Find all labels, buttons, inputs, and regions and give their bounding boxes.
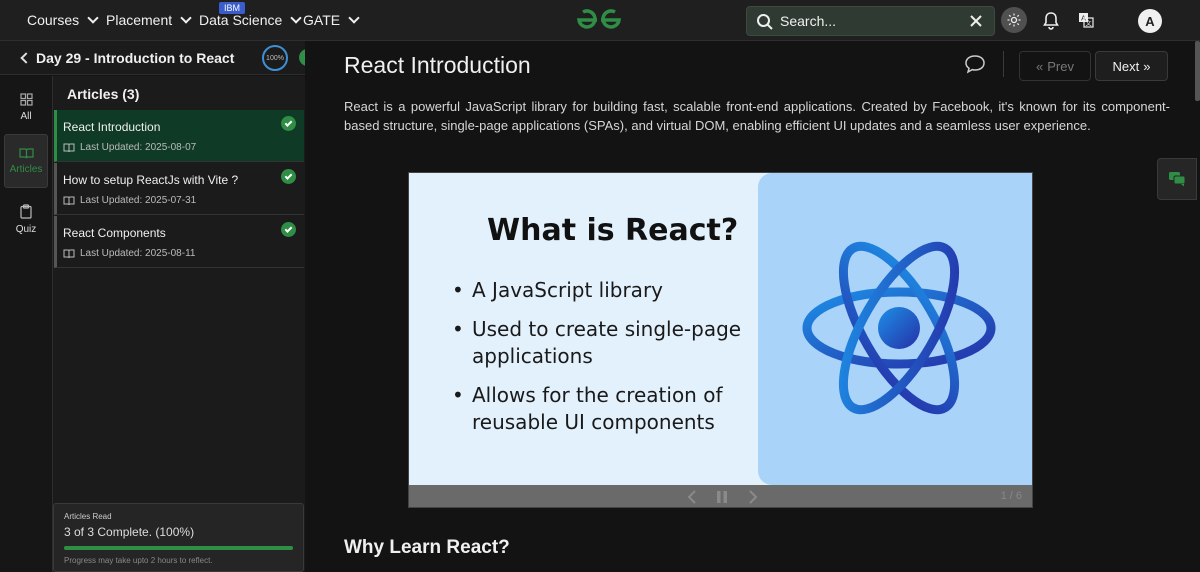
article-title: How to setup ReactJs with Vite ? (63, 173, 239, 187)
prev-button[interactable]: « Prev (1019, 51, 1091, 81)
chevron-down-icon (348, 12, 360, 24)
top-navbar: Courses Placement IBM Data Science GATE (0, 0, 1200, 41)
rail-item-quiz[interactable]: Quiz (4, 192, 48, 246)
article-meta: Last Updated: 2025-08-11 (63, 248, 195, 259)
chat-button[interactable] (1157, 158, 1197, 200)
nav-courses[interactable]: Courses (27, 12, 99, 28)
divider (1003, 51, 1004, 77)
next-button[interactable]: Next » (1095, 51, 1168, 81)
prev-button-label: Prev (1047, 58, 1074, 74)
nav-gate[interactable]: GATE (303, 12, 360, 28)
nav-data-science[interactable]: Data Science (199, 12, 302, 28)
rail-item-articles[interactable]: Articles (4, 134, 48, 188)
check-icon (281, 222, 296, 237)
book-icon (63, 249, 75, 258)
clipboard-icon (20, 203, 32, 219)
translate-icon[interactable]: A 文 (1078, 12, 1094, 28)
nav-placement-label: Placement (106, 12, 173, 28)
rail-item-articles-label: Articles (9, 164, 43, 175)
search-icon (757, 14, 773, 30)
articles-read-progress-bar (64, 546, 293, 550)
double-chevron-left-icon: « (1036, 58, 1044, 74)
article-updated: Last Updated: 2025-08-11 (80, 248, 196, 259)
articles-heading: Articles (3) (67, 86, 140, 102)
chevron-down-icon (87, 12, 99, 24)
articles-read-count: 3 of 3 Complete. (100%) (64, 525, 195, 539)
book-icon (63, 196, 75, 205)
slide-bullet: Allows for the creation of reusable UI c… (452, 382, 752, 436)
article-updated: Last Updated: 2025-08-07 (80, 142, 197, 153)
grid-icon (19, 92, 33, 106)
page-title: React Introduction (344, 52, 531, 78)
article-title: React Introduction (63, 120, 161, 134)
book-icon (18, 148, 34, 159)
chat-icon (1169, 172, 1186, 187)
check-icon (281, 116, 296, 131)
chevron-right-icon[interactable] (747, 489, 759, 505)
chevron-down-icon (290, 12, 302, 24)
gfg-logo-icon[interactable] (575, 8, 623, 32)
sidebar-rail: All Articles Quiz (0, 76, 53, 572)
slide-viewer[interactable]: What is React? A JavaScript library Used… (408, 172, 1033, 508)
slide-page-indicator: 1 / 6 (1000, 490, 1022, 502)
day-title: Day 29 - Introduction to React (36, 50, 235, 66)
chevron-left-icon[interactable] (20, 52, 32, 64)
next-button-label: Next (1112, 58, 1140, 74)
article-meta: Last Updated: 2025-07-31 (63, 195, 196, 206)
sidebar-header: Day 29 - Introduction to React 100% (0, 41, 316, 75)
sun-icon (1007, 13, 1021, 27)
scrollbar[interactable] (1195, 41, 1200, 101)
article-item[interactable]: React Components Last Updated: 2025-08-1… (54, 216, 304, 268)
user-avatar[interactable]: A (1138, 9, 1162, 33)
rail-item-all[interactable]: All (4, 80, 48, 134)
slide-bullet: A JavaScript library (452, 277, 752, 304)
article-meta: Last Updated: 2025-08-07 (63, 142, 196, 153)
slide-bullet: Used to create single-page applications (452, 316, 752, 370)
search-box[interactable] (746, 6, 995, 36)
theme-toggle-button[interactable] (1001, 7, 1027, 33)
articles-read-progress-fill (64, 546, 293, 550)
main-content: React Introduction « Prev Next » React i… (305, 41, 1200, 572)
rail-item-all-label: All (20, 110, 32, 122)
intro-paragraph: React is a powerful JavaScript library f… (344, 99, 1170, 133)
articles-read-label: Articles Read (64, 512, 112, 521)
book-icon (63, 143, 75, 152)
rail-item-quiz-label: Quiz (15, 223, 37, 235)
slide-controls: 1 / 6 (409, 485, 1032, 507)
nav-data-science-label: Data Science (199, 12, 283, 28)
article-updated: Last Updated: 2025-07-31 (80, 195, 197, 206)
articles-panel: Articles (3) React Introduction Last Upd… (53, 76, 305, 572)
articles-read-card: Articles Read 3 of 3 Complete. (100%) Pr… (53, 503, 304, 572)
pause-icon[interactable] (716, 490, 728, 504)
svg-text:文: 文 (1085, 20, 1091, 28)
slide-title: What is React? (487, 213, 739, 248)
articles-read-note: Progress may take upto 2 hours to reflec… (64, 556, 213, 565)
slide-bullets: A JavaScript library Used to create sing… (452, 277, 752, 448)
chevron-down-icon (180, 12, 192, 24)
double-chevron-right-icon: » (1143, 58, 1151, 74)
nav-courses-label: Courses (27, 12, 80, 28)
article-item[interactable]: How to setup ReactJs with Vite ? Last Up… (54, 163, 304, 215)
section-title: Why Learn React? (344, 537, 510, 558)
comment-icon[interactable] (964, 54, 986, 74)
progress-ring: 100% (262, 45, 288, 71)
search-input[interactable] (780, 11, 960, 31)
react-atom-icon (802, 241, 996, 415)
check-icon (281, 169, 296, 184)
chevron-left-icon[interactable] (686, 489, 698, 505)
article-item[interactable]: React Introduction Last Updated: 2025-08… (54, 110, 304, 162)
bell-icon[interactable] (1042, 11, 1060, 30)
close-icon[interactable] (968, 13, 984, 29)
nav-gate-label: GATE (303, 12, 341, 28)
article-title: React Components (63, 226, 166, 240)
nav-placement[interactable]: Placement (106, 12, 192, 28)
